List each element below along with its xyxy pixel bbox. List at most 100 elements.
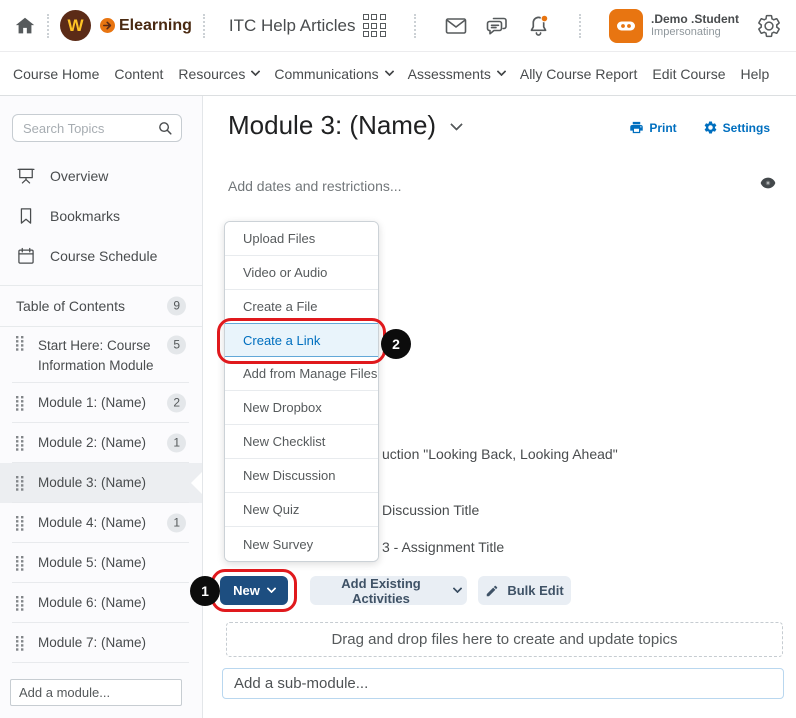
divider [47, 14, 49, 38]
email-icon[interactable] [444, 14, 468, 38]
lms-content-page: W Elearning ITC Help Articles [0, 0, 796, 718]
sidebar-item-bookmarks[interactable]: Bookmarks [0, 196, 202, 236]
calendar-icon [16, 246, 36, 266]
overview-icon [16, 166, 36, 186]
main-content: Module 3: (Name) Print Settings Add date… [204, 96, 796, 718]
module-label: Module 7: (Name) [38, 633, 146, 653]
chevron-down-icon [450, 118, 463, 131]
sidebar-item-label: Overview [50, 168, 108, 184]
drag-handle-icon[interactable] [16, 436, 24, 451]
annotation-step-1-badge: 1 [190, 576, 220, 606]
sidebar-module-4[interactable]: Module 4: (Name) 1 [0, 503, 202, 543]
user-status: Impersonating [651, 26, 739, 39]
module-label: Module 4: (Name) [38, 513, 146, 533]
table-of-contents[interactable]: Table of Contents 9 [0, 285, 202, 327]
nav-content[interactable]: Content [114, 66, 163, 82]
toc-label: Table of Contents [16, 298, 125, 314]
sidebar-module-1[interactable]: Module 1: (Name) 2 [0, 383, 202, 423]
menu-item-new-dropbox[interactable]: New Dropbox [225, 391, 378, 425]
add-module-input[interactable] [10, 679, 182, 706]
add-module-field [10, 679, 182, 706]
nav-communications[interactable]: Communications [274, 66, 392, 82]
module-label: Module 3: (Name) [38, 473, 146, 493]
nav-help[interactable]: Help [741, 66, 770, 82]
drag-handle-icon[interactable] [16, 556, 24, 571]
menu-item-new-quiz[interactable]: New Quiz [225, 493, 378, 527]
menu-item-create-a-file[interactable]: Create a File [225, 290, 378, 324]
menu-item-upload-files[interactable]: Upload Files [225, 222, 378, 256]
sidebar-item-label: Course Schedule [50, 248, 157, 264]
university-logo[interactable]: W [60, 10, 91, 41]
course-title: ITC Help Articles [229, 16, 356, 36]
add-submodule-input[interactable] [222, 668, 784, 699]
settings-gear-icon [703, 120, 718, 135]
notification-bell-icon[interactable] [526, 13, 551, 38]
module-count-badge: 1 [167, 434, 186, 453]
sidebar-module-6[interactable]: Module 6: (Name) [0, 583, 202, 623]
chevron-down-icon [496, 67, 506, 77]
divider [579, 14, 581, 38]
elearning-logo[interactable]: Elearning [100, 17, 192, 35]
nav-edit-course[interactable]: Edit Course [652, 66, 725, 82]
drag-handle-icon[interactable] [16, 596, 24, 611]
module-title[interactable]: Module 3: (Name) [228, 110, 461, 141]
print-label: Print [649, 121, 676, 135]
chevron-down-icon [384, 67, 394, 77]
add-dates-restrictions[interactable]: Add dates and restrictions... [228, 178, 402, 194]
module-count-badge: 5 [167, 336, 186, 355]
search-icon[interactable] [157, 120, 174, 137]
drag-handle-icon[interactable] [16, 516, 24, 531]
arrow-circle-icon [100, 18, 115, 33]
menu-item-new-checklist[interactable]: New Checklist [225, 425, 378, 459]
waffle-icon[interactable] [363, 14, 386, 37]
course-navbar: Course Home Content Resources Communicat… [0, 52, 796, 96]
sidebar-module-7[interactable]: Module 7: (Name) [0, 623, 202, 663]
module-label: Module 1: (Name) [38, 393, 146, 413]
menu-item-video-or-audio[interactable]: Video or Audio [225, 256, 378, 290]
module-label: Start Here: Course Information Module [38, 336, 154, 376]
sidebar-item-overview[interactable]: Overview [0, 156, 202, 196]
nav-resources[interactable]: Resources [178, 66, 259, 82]
chevron-down-icon [266, 584, 276, 594]
settings-button[interactable]: Settings [703, 120, 770, 135]
drag-handle-icon[interactable] [16, 336, 24, 351]
drag-handle-icon[interactable] [16, 636, 24, 651]
user-menu[interactable]: .Demo .Student Impersonating [609, 9, 739, 43]
add-existing-activities-button[interactable]: Add Existing Activities [310, 576, 467, 605]
module-count-badge: 1 [167, 514, 186, 533]
drag-handle-icon[interactable] [16, 396, 24, 411]
nav-course-home[interactable]: Course Home [13, 66, 99, 82]
impersonation-avatar [609, 9, 643, 43]
new-dropdown-menu: Upload Files Video or Audio Create a Fil… [224, 221, 379, 562]
module-list: Start Here: Course Information Module 5 … [0, 327, 202, 663]
content-item-partial[interactable]: uction "Looking Back, Looking Ahead" [382, 446, 618, 462]
admin-gear-icon[interactable] [756, 13, 782, 39]
dropzone-label: Drag and drop files here to create and u… [331, 631, 677, 648]
nav-assessments[interactable]: Assessments [408, 66, 505, 82]
top-bar: W Elearning ITC Help Articles [0, 0, 796, 52]
menu-item-create-a-link[interactable]: Create a Link [225, 323, 378, 357]
bulk-edit-button[interactable]: Bulk Edit [478, 576, 571, 605]
module-label: Module 6: (Name) [38, 593, 146, 613]
content-item-partial[interactable]: Discussion Title [382, 502, 479, 518]
content-item-partial[interactable]: 3 - Assignment Title [382, 539, 504, 555]
sidebar-module-start-here[interactable]: Start Here: Course Information Module 5 [0, 327, 202, 383]
nav-ally-course-report[interactable]: Ally Course Report [520, 66, 638, 82]
menu-item-new-discussion[interactable]: New Discussion [225, 459, 378, 493]
home-icon[interactable] [14, 15, 36, 37]
drag-handle-icon[interactable] [16, 476, 24, 491]
menu-item-add-from-manage-files[interactable]: Add from Manage Files [225, 357, 378, 391]
sidebar-module-3-selected[interactable]: Module 3: (Name) [0, 463, 202, 503]
visibility-eye-icon[interactable] [760, 177, 776, 189]
topbar-actions: .Demo .Student Impersonating [363, 9, 782, 43]
sidebar-module-2[interactable]: Module 2: (Name) 1 [0, 423, 202, 463]
chevron-down-icon [453, 584, 463, 594]
chat-icon[interactable] [485, 14, 509, 38]
new-button[interactable]: New [220, 576, 288, 605]
drag-drop-zone[interactable]: Drag and drop files here to create and u… [226, 622, 783, 657]
sidebar-module-5[interactable]: Module 5: (Name) [0, 543, 202, 583]
sidebar-item-course-schedule[interactable]: Course Schedule [0, 236, 202, 276]
print-button[interactable]: Print [629, 120, 676, 135]
menu-item-new-survey[interactable]: New Survey [225, 527, 378, 561]
content-sidebar: Overview Bookmarks Course Schedule Table… [0, 96, 203, 718]
